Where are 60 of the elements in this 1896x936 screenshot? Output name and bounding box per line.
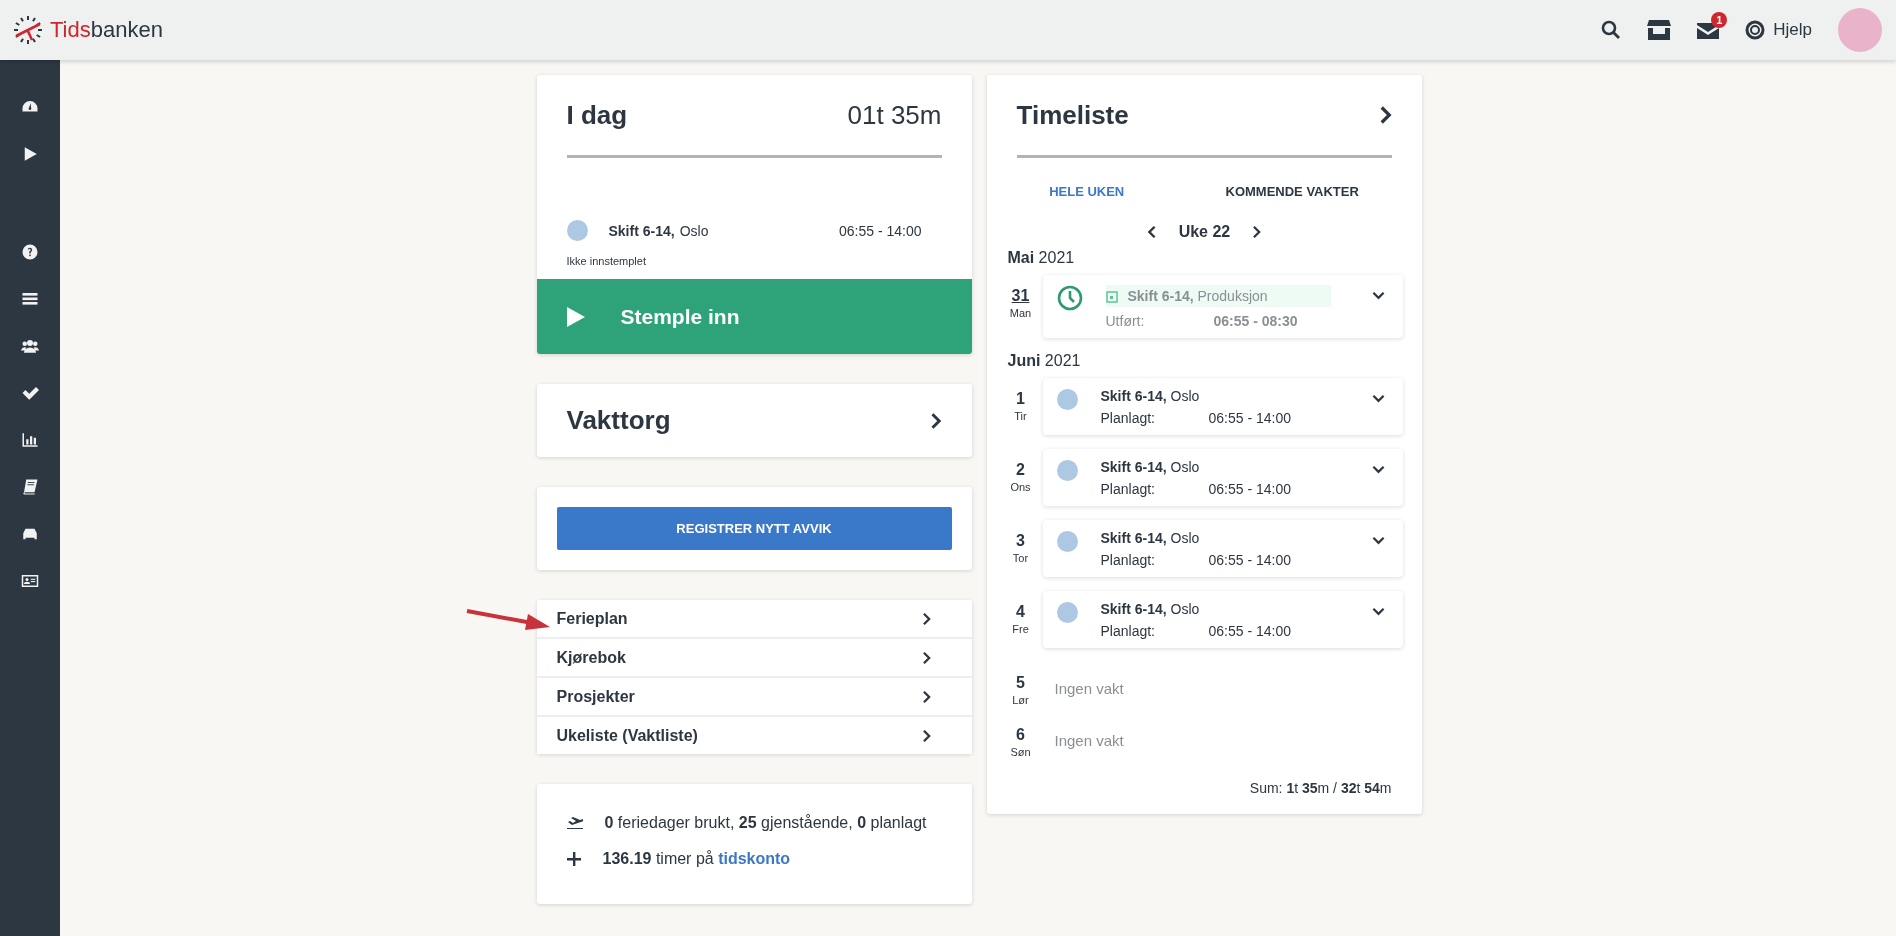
shift-time: 06:55 - 14:00 bbox=[839, 222, 922, 239]
week-label: Uke 22 bbox=[1178, 223, 1231, 241]
tab[interactable]: HELE UKEN bbox=[1041, 180, 1133, 203]
notification-badge: 1 bbox=[1711, 12, 1728, 28]
weekday: Man bbox=[1009, 307, 1032, 319]
help-link[interactable]: Hjelp bbox=[1745, 20, 1812, 40]
shift-label: Planlagt: bbox=[1100, 552, 1156, 568]
shift-label: Planlagt: bbox=[1100, 623, 1156, 639]
weekday: Søn bbox=[1010, 746, 1031, 758]
shift-label: Utført: bbox=[1105, 313, 1146, 329]
weekday: Fre bbox=[1012, 623, 1029, 635]
shift-name: Skift 6-14, Oslo bbox=[1100, 601, 1201, 617]
weekday: Tir bbox=[1014, 410, 1027, 422]
no-shift-text: Ingen vakt bbox=[1054, 680, 1124, 697]
menu-link[interactable]: Kjørebok bbox=[536, 637, 972, 676]
shift-label: Planlagt: bbox=[1100, 410, 1156, 426]
card-title: I dag bbox=[566, 99, 628, 131]
month-heading: Juni 2021 bbox=[1007, 352, 1082, 370]
shift-name: Skift 6-14, Produksjon bbox=[1127, 288, 1268, 304]
time-balance: 136.19 timer på tidskonto bbox=[602, 850, 791, 868]
month-heading: Mai 2021 bbox=[1007, 249, 1076, 267]
shift-time: 06:55 - 14:00 bbox=[1208, 552, 1291, 568]
card-title: Timeliste bbox=[1016, 99, 1129, 131]
day-number: 31 bbox=[1011, 287, 1030, 305]
menu-link[interactable]: Ferieplan bbox=[536, 600, 972, 637]
shift-time: 06:55 - 08:30 bbox=[1213, 313, 1298, 329]
day-number: 6 bbox=[1016, 726, 1025, 744]
day-number: 1 bbox=[1016, 390, 1025, 408]
menu-link[interactable]: Prosjekter bbox=[536, 676, 972, 715]
clock-status: Ikke innstemplet bbox=[566, 255, 647, 269]
total-time: 01t 35m bbox=[847, 99, 942, 131]
register-deviation-button[interactable]: REGISTRER NYTT AVVIK bbox=[556, 507, 952, 550]
day-number: 3 bbox=[1016, 532, 1025, 550]
shift-name: Skift 6-14, Oslo bbox=[1100, 388, 1201, 404]
shift-label: Planlagt: bbox=[1100, 481, 1156, 497]
shift-card[interactable]: Skift 6-14, Oslo Planlagt: 06:55 - 14:00 bbox=[1042, 449, 1403, 506]
shift-time: 06:55 - 14:00 bbox=[1208, 623, 1291, 639]
shift-name: Skift 6-14, Oslo bbox=[1100, 530, 1201, 546]
shift-card[interactable]: Skift 6-14, Oslo Planlagt: 06:55 - 14:00 bbox=[1042, 591, 1403, 648]
time-account-link[interactable]: tidskonto bbox=[718, 850, 791, 867]
shift-name: Skift 6-14, Oslo bbox=[608, 222, 709, 239]
tab[interactable]: KOMMENDE VAKTER bbox=[1217, 180, 1367, 203]
weekday: Tor bbox=[1012, 552, 1029, 564]
weekday: Lør bbox=[1012, 694, 1029, 706]
menu-link[interactable]: Ukeliste (Vaktliste) bbox=[536, 715, 972, 754]
weekday: Ons bbox=[1010, 481, 1031, 493]
day-number: 4 bbox=[1016, 603, 1025, 621]
shift-time: 06:55 - 14:00 bbox=[1208, 410, 1291, 426]
sum-total: Sum: 1t 35m / 32t 54m bbox=[1248, 780, 1392, 796]
card-title: Vakttorg bbox=[566, 405, 671, 436]
no-shift-text: Ingen vakt bbox=[1054, 732, 1124, 749]
shift-card[interactable]: Skift 6-14, Oslo Planlagt: 06:55 - 14:00 bbox=[1042, 520, 1403, 577]
vacation-summary: 0 feriedager brukt, 25 gjenstående, 0 planlagt bbox=[604, 814, 927, 832]
shift-card[interactable]: Skift 6-14, Oslo Planlagt: 06:55 - 14:00 bbox=[1042, 378, 1403, 435]
day-number: 5 bbox=[1016, 674, 1025, 692]
day-number: 2 bbox=[1016, 461, 1025, 479]
shift-time: 06:55 - 14:00 bbox=[1208, 481, 1291, 497]
brand-name: Tidsbanken bbox=[50, 17, 163, 43]
shift-market-card[interactable]: Vakttorg bbox=[536, 384, 972, 457]
shift-name: Skift 6-14, Oslo bbox=[1100, 459, 1201, 475]
